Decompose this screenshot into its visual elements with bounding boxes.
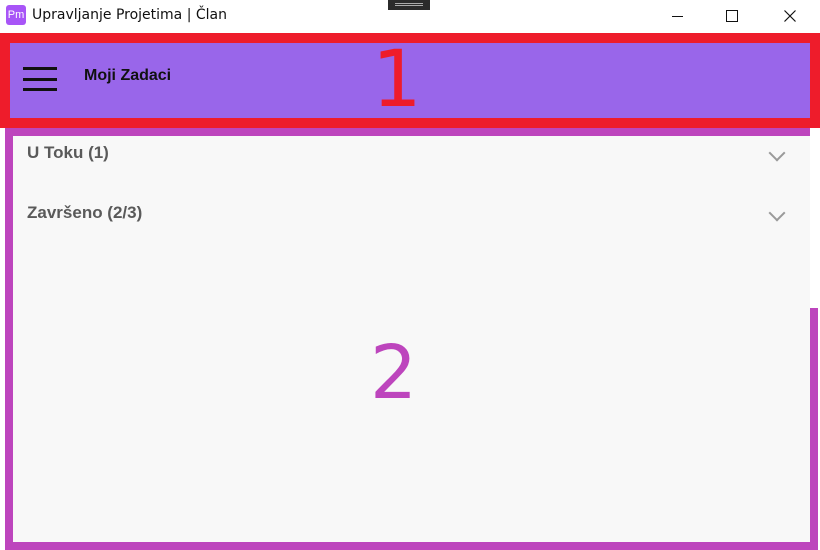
frame-gap xyxy=(810,128,820,308)
window-titlebar[interactable]: Pm Upravljanje Projetima | Član xyxy=(0,0,820,32)
drag-handle[interactable] xyxy=(388,0,430,10)
chevron-down-icon[interactable] xyxy=(768,144,786,162)
app-icon: Pm xyxy=(6,5,26,25)
annotation-label-2: 2 xyxy=(370,330,418,416)
close-icon xyxy=(784,10,796,22)
hamburger-icon[interactable] xyxy=(23,67,57,91)
page-title: Moji Zadaci xyxy=(84,67,172,84)
close-button[interactable] xyxy=(767,0,813,32)
section-label: U Toku (1) xyxy=(27,143,109,162)
chevron-down-icon[interactable] xyxy=(768,204,786,222)
minimize-icon xyxy=(671,15,683,17)
minimize-button[interactable] xyxy=(654,0,700,32)
annotation-label-1: 1 xyxy=(372,35,422,125)
section-in-progress[interactable]: U Toku (1) xyxy=(13,139,803,179)
maximize-button[interactable] xyxy=(709,0,755,32)
section-label: Završeno (2/3) xyxy=(27,203,143,222)
section-completed[interactable]: Završeno (2/3) xyxy=(13,199,803,239)
maximize-icon xyxy=(726,10,738,22)
window-title: Upravljanje Projetima | Član xyxy=(32,7,227,23)
